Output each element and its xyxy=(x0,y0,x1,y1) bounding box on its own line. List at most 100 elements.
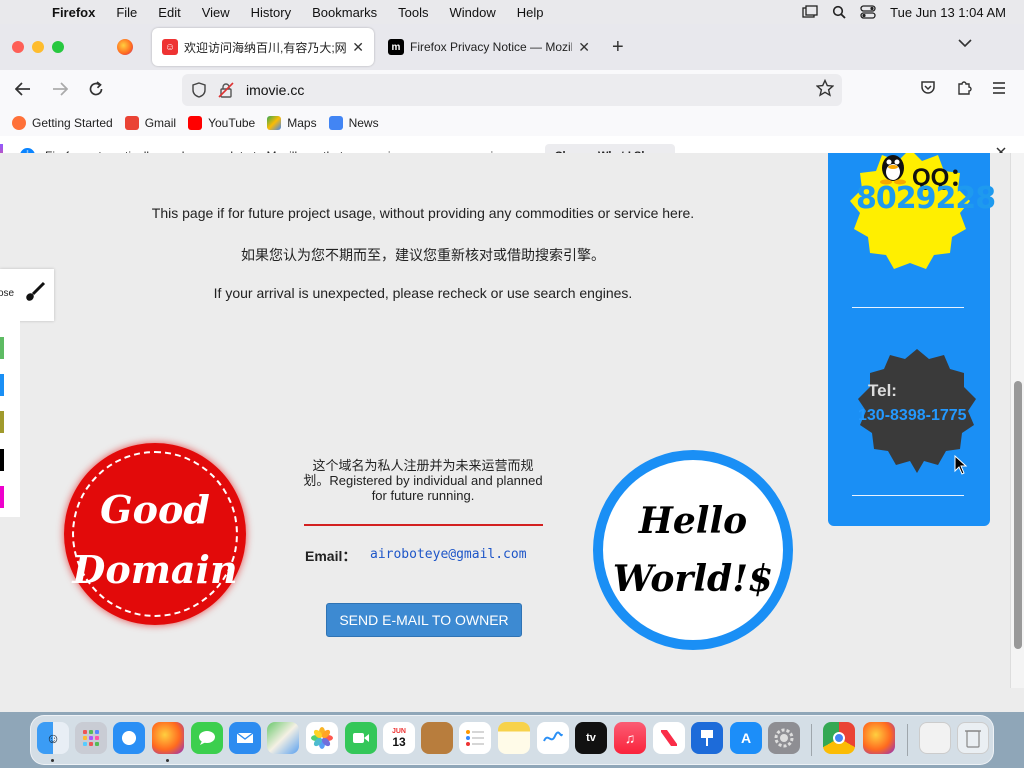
bookmark-star-icon[interactable] xyxy=(816,79,834,97)
extensions-puzzle-icon[interactable] xyxy=(956,79,972,95)
menubar-clock[interactable]: Tue Jun 13 1:04 AM xyxy=(890,5,1006,20)
bookmark-getting-started[interactable]: Getting Started xyxy=(12,116,113,130)
downloads-file-icon[interactable] xyxy=(919,722,951,754)
mail-icon[interactable] xyxy=(229,722,261,754)
bookmark-news[interactable]: News xyxy=(328,116,379,130)
seal-word-domain: Domain xyxy=(72,547,238,592)
red-divider xyxy=(304,524,543,526)
tab-privacy-notice[interactable]: m Firefox Privacy Notice — Mozilla ✕ xyxy=(378,28,600,66)
tab-imovie[interactable]: ☺ 欢迎访问海纳百川,有容乃大;网站 ✕ xyxy=(152,28,374,66)
app-menu-hamburger-icon[interactable] xyxy=(992,82,1006,94)
menu-view[interactable]: View xyxy=(202,5,230,20)
bookmark-gmail[interactable]: Gmail xyxy=(124,116,177,130)
apple-tv-icon[interactable]: tv xyxy=(575,722,607,754)
facetime-icon[interactable] xyxy=(345,722,377,754)
bookmark-maps[interactable]: Maps xyxy=(267,116,317,130)
new-tab-plus-icon[interactable]: + xyxy=(612,36,624,59)
email-address[interactable]: airoboteye@gmail.com xyxy=(370,547,527,562)
back-arrow-icon[interactable] xyxy=(15,82,31,96)
firefox-icon[interactable] xyxy=(863,722,895,754)
insecure-lock-icon[interactable] xyxy=(218,82,234,98)
swatch-magenta[interactable] xyxy=(0,486,4,508)
reminders-icon[interactable] xyxy=(459,722,491,754)
pocket-icon[interactable] xyxy=(920,79,936,95)
tel-label: Tel: xyxy=(868,381,897,400)
calendar-icon[interactable]: JUN 13 xyxy=(383,722,415,754)
tracking-protection-shield-icon[interactable] xyxy=(190,82,208,98)
list-all-tabs-chevron-icon[interactable] xyxy=(958,38,972,48)
firefox-dev-icon[interactable] xyxy=(152,722,184,754)
bookmark-label: Gmail xyxy=(144,116,177,130)
menu-history[interactable]: History xyxy=(251,5,291,20)
bookmark-youtube[interactable]: YouTube xyxy=(188,116,255,130)
world-word: World!$ xyxy=(612,558,774,600)
menubar-status-area: Tue Jun 13 1:04 AM xyxy=(802,0,1006,24)
spotlight-search-icon[interactable] xyxy=(832,5,846,19)
maps-app-icon[interactable] xyxy=(267,722,299,754)
keynote-icon[interactable] xyxy=(691,722,723,754)
tab-close-icon[interactable]: ✕ xyxy=(578,39,590,56)
macos-dock: ☺ JUN 13 tv ♫ A xyxy=(30,715,994,765)
launchpad-icon[interactable] xyxy=(75,722,107,754)
trash-icon[interactable] xyxy=(957,722,989,754)
send-email-button[interactable]: SEND E-MAIL TO OWNER xyxy=(326,603,522,637)
palette-swatch-column xyxy=(0,321,20,517)
site-favicon-icon: ☺ xyxy=(162,39,178,55)
color-palette-widget: ose xyxy=(0,269,54,519)
swatch-green[interactable] xyxy=(0,337,4,359)
news-app-icon[interactable] xyxy=(653,722,685,754)
youtube-icon xyxy=(188,116,203,130)
firefox-view-icon[interactable] xyxy=(117,39,133,55)
tab-title: 欢迎访问海纳百川,有容乃大;网站 xyxy=(184,40,347,55)
address-bar[interactable]: imovie.cc xyxy=(182,74,842,106)
news-icon xyxy=(328,116,343,130)
menu-bookmarks[interactable]: Bookmarks xyxy=(312,5,377,20)
photos-icon[interactable] xyxy=(306,722,338,754)
scrollbar-thumb[interactable] xyxy=(1014,381,1022,649)
menu-app-name[interactable]: Firefox xyxy=(52,5,95,20)
running-indicator xyxy=(166,759,169,762)
reload-icon[interactable] xyxy=(88,81,104,97)
bookmark-label: News xyxy=(348,116,379,130)
tab-close-icon[interactable]: ✕ xyxy=(352,39,364,56)
menu-edit[interactable]: Edit xyxy=(158,5,180,20)
menu-help[interactable]: Help xyxy=(517,5,544,20)
chrome-icon[interactable] xyxy=(823,722,855,754)
freeform-icon[interactable] xyxy=(537,722,569,754)
page-scrollbar[interactable] xyxy=(1010,153,1024,688)
mozilla-favicon-icon: m xyxy=(388,39,404,55)
good-domain-seal: Good Domain xyxy=(64,443,246,625)
tab-strip: ☺ 欢迎访问海纳百川,有容乃大;网站 ✕ m Firefox Privacy N… xyxy=(0,24,1024,70)
swatch-blue[interactable] xyxy=(0,374,4,396)
menu-file[interactable]: File xyxy=(116,5,137,20)
control-center-icon[interactable] xyxy=(860,5,876,19)
page-content: This page if for future project usage, w… xyxy=(0,153,1010,688)
menu-tools[interactable]: Tools xyxy=(398,5,428,20)
close-window-button[interactable] xyxy=(12,41,24,53)
window-controls xyxy=(12,41,64,53)
zoom-window-button[interactable] xyxy=(52,41,64,53)
system-settings-icon[interactable] xyxy=(768,722,800,754)
safari-icon[interactable] xyxy=(113,722,145,754)
minimize-window-button[interactable] xyxy=(32,41,44,53)
dock-separator xyxy=(811,724,812,756)
bookmarks-toolbar: Getting Started Gmail YouTube Maps News xyxy=(0,110,1024,136)
notes-icon[interactable] xyxy=(498,722,530,754)
paintbrush-icon[interactable] xyxy=(24,281,46,303)
music-icon[interactable]: ♫ xyxy=(614,722,646,754)
finder-icon[interactable]: ☺ xyxy=(37,722,69,754)
swatch-black[interactable] xyxy=(0,449,4,471)
swatch-olive[interactable] xyxy=(0,411,4,433)
mouse-cursor-icon xyxy=(954,455,968,475)
palette-close-label[interactable]: ose xyxy=(0,288,14,299)
messages-icon[interactable] xyxy=(191,722,223,754)
forward-arrow-icon[interactable] xyxy=(52,82,68,96)
registration-text: 这个域名为私人注册并为未来运营而规划。Registered by individ… xyxy=(303,458,543,503)
menu-window[interactable]: Window xyxy=(450,5,496,20)
hello-word: Hello xyxy=(638,500,748,542)
contacts-icon[interactable] xyxy=(421,722,453,754)
window-switcher-icon[interactable] xyxy=(802,5,818,19)
url-text[interactable]: imovie.cc xyxy=(246,82,304,98)
gmail-icon xyxy=(124,116,139,130)
app-store-icon[interactable]: A xyxy=(730,722,762,754)
